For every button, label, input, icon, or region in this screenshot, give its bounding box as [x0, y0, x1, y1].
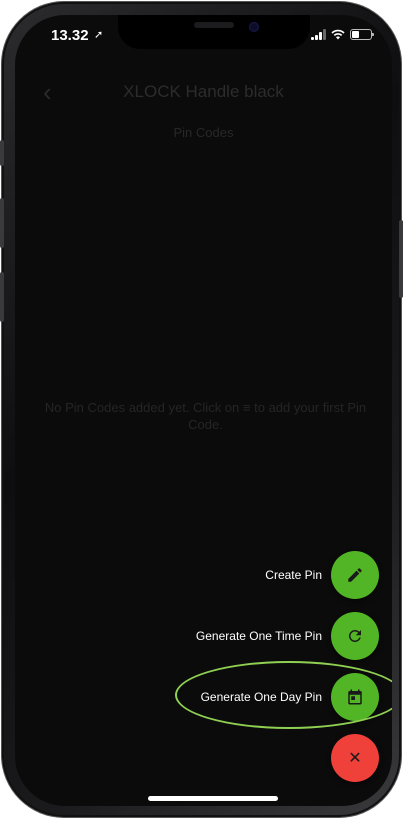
- app-screen: 13.32 ➚ ‹ XLOCK Handle black Pin Codes N…: [15, 15, 392, 806]
- side-button-volume-up: [0, 198, 4, 248]
- fab-close-row[interactable]: ✕: [331, 734, 379, 782]
- close-icon: ✕: [348, 750, 362, 767]
- front-camera: [249, 22, 259, 32]
- menu-icon: ≡: [242, 400, 251, 415]
- battery-icon: [350, 29, 374, 40]
- pencil-icon: [348, 568, 362, 582]
- side-button-power: [399, 220, 403, 298]
- phone-frame: 13.32 ➚ ‹ XLOCK Handle black Pin Codes N…: [0, 2, 403, 817]
- location-arrow-icon: ➚: [94, 29, 104, 41]
- fab-create-pin-row[interactable]: Create Pin: [265, 551, 379, 599]
- cellular-signal-icon: [311, 29, 326, 40]
- generate-one-time-pin-button[interactable]: [331, 612, 379, 660]
- page-title: XLOCK Handle black: [123, 82, 284, 101]
- home-indicator[interactable]: [148, 796, 278, 801]
- fab-one-time-pin-label[interactable]: Generate One Time Pin: [196, 629, 322, 643]
- fab-one-time-pin-row[interactable]: Generate One Time Pin: [196, 612, 379, 660]
- wifi-icon: [331, 29, 345, 40]
- speaker: [194, 22, 234, 28]
- refresh-icon: [348, 630, 361, 642]
- empty-state-text-before: No Pin Codes added yet. Click on: [44, 400, 240, 415]
- section-subtitle: Pin Codes: [173, 125, 234, 140]
- status-indicators: [311, 29, 374, 40]
- highlight-ellipse: [175, 661, 392, 729]
- create-pin-button[interactable]: [331, 551, 379, 599]
- fab-create-pin-label[interactable]: Create Pin: [265, 568, 322, 582]
- empty-state-message: No Pin Codes added yet. Click on ≡ to ad…: [39, 399, 372, 433]
- status-time: 13.32: [51, 27, 89, 44]
- side-button-volume-down: [0, 272, 4, 322]
- side-button-mute: [0, 140, 4, 166]
- notch: [118, 15, 310, 49]
- close-fab-button[interactable]: ✕: [331, 734, 379, 782]
